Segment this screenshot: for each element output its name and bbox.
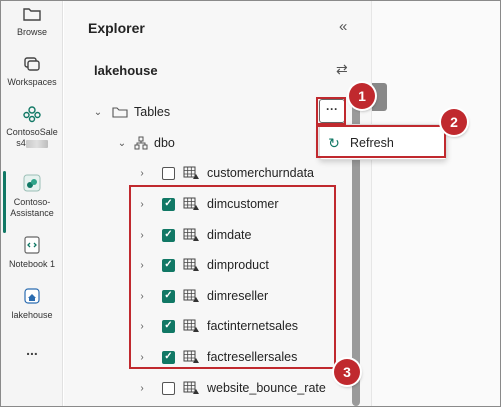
highlight-refresh: [316, 125, 446, 158]
chevron-right-icon[interactable]: ›: [136, 383, 148, 394]
callout-badge-2: 2: [441, 109, 467, 135]
highlight-tables: [129, 185, 336, 369]
rail-item-lakehouse[interactable]: lakehouse: [1, 286, 63, 321]
callout-badge-3: 3: [334, 359, 360, 385]
table-row[interactable]: › customerchurndata: [136, 161, 314, 185]
tree-node-dbo[interactable]: ⌄ dbo: [116, 131, 175, 155]
tree-node-tables[interactable]: ⌄ Tables: [92, 100, 170, 124]
table-checkbox[interactable]: [162, 166, 175, 180]
folder-icon: [112, 107, 128, 118]
contoso-app-icon: [23, 174, 41, 192]
folder-icon: [23, 8, 41, 21]
rail-item-workspaces[interactable]: Workspaces: [1, 55, 63, 88]
swap-icon[interactable]: ⇄: [336, 61, 348, 78]
notebook-icon: [24, 236, 40, 254]
schema-icon: [134, 136, 148, 150]
table-row[interactable]: › website_bounce_rate: [136, 376, 326, 400]
table-icon: [183, 381, 199, 394]
callout-badge-1: 1: [349, 83, 375, 109]
redacted-text: [25, 139, 48, 148]
lakehouse-icon: [24, 288, 40, 304]
rail-item-contososales[interactable]: ContosoSale s4: [1, 105, 63, 149]
table-checkbox[interactable]: [162, 381, 175, 395]
rail-item-browse[interactable]: Browse: [1, 5, 63, 38]
table-icon: [183, 166, 199, 179]
more-icon[interactable]: ...: [1, 343, 63, 357]
rail-item-contoso-assistance[interactable]: Contoso- Assistance: [1, 171, 63, 233]
editor-area: [372, 1, 500, 406]
people-icon: [23, 106, 41, 123]
chevron-down-icon[interactable]: ⌄: [92, 107, 104, 118]
workspaces-icon: [24, 57, 40, 71]
chevron-down-icon[interactable]: ⌄: [116, 138, 128, 149]
explorer-title: Explorer: [88, 20, 145, 36]
rail-item-notebook[interactable]: Notebook 1: [1, 235, 63, 270]
left-rail: Browse Workspaces ContosoSale s4 Contoso…: [1, 1, 63, 406]
app-window: Browse Workspaces ContosoSale s4 Contoso…: [0, 0, 501, 407]
highlight-more-options: [316, 97, 346, 125]
chevron-right-icon[interactable]: ›: [136, 168, 148, 179]
collapse-icon[interactable]: «: [339, 18, 347, 35]
lakehouse-title: lakehouse: [94, 63, 158, 78]
